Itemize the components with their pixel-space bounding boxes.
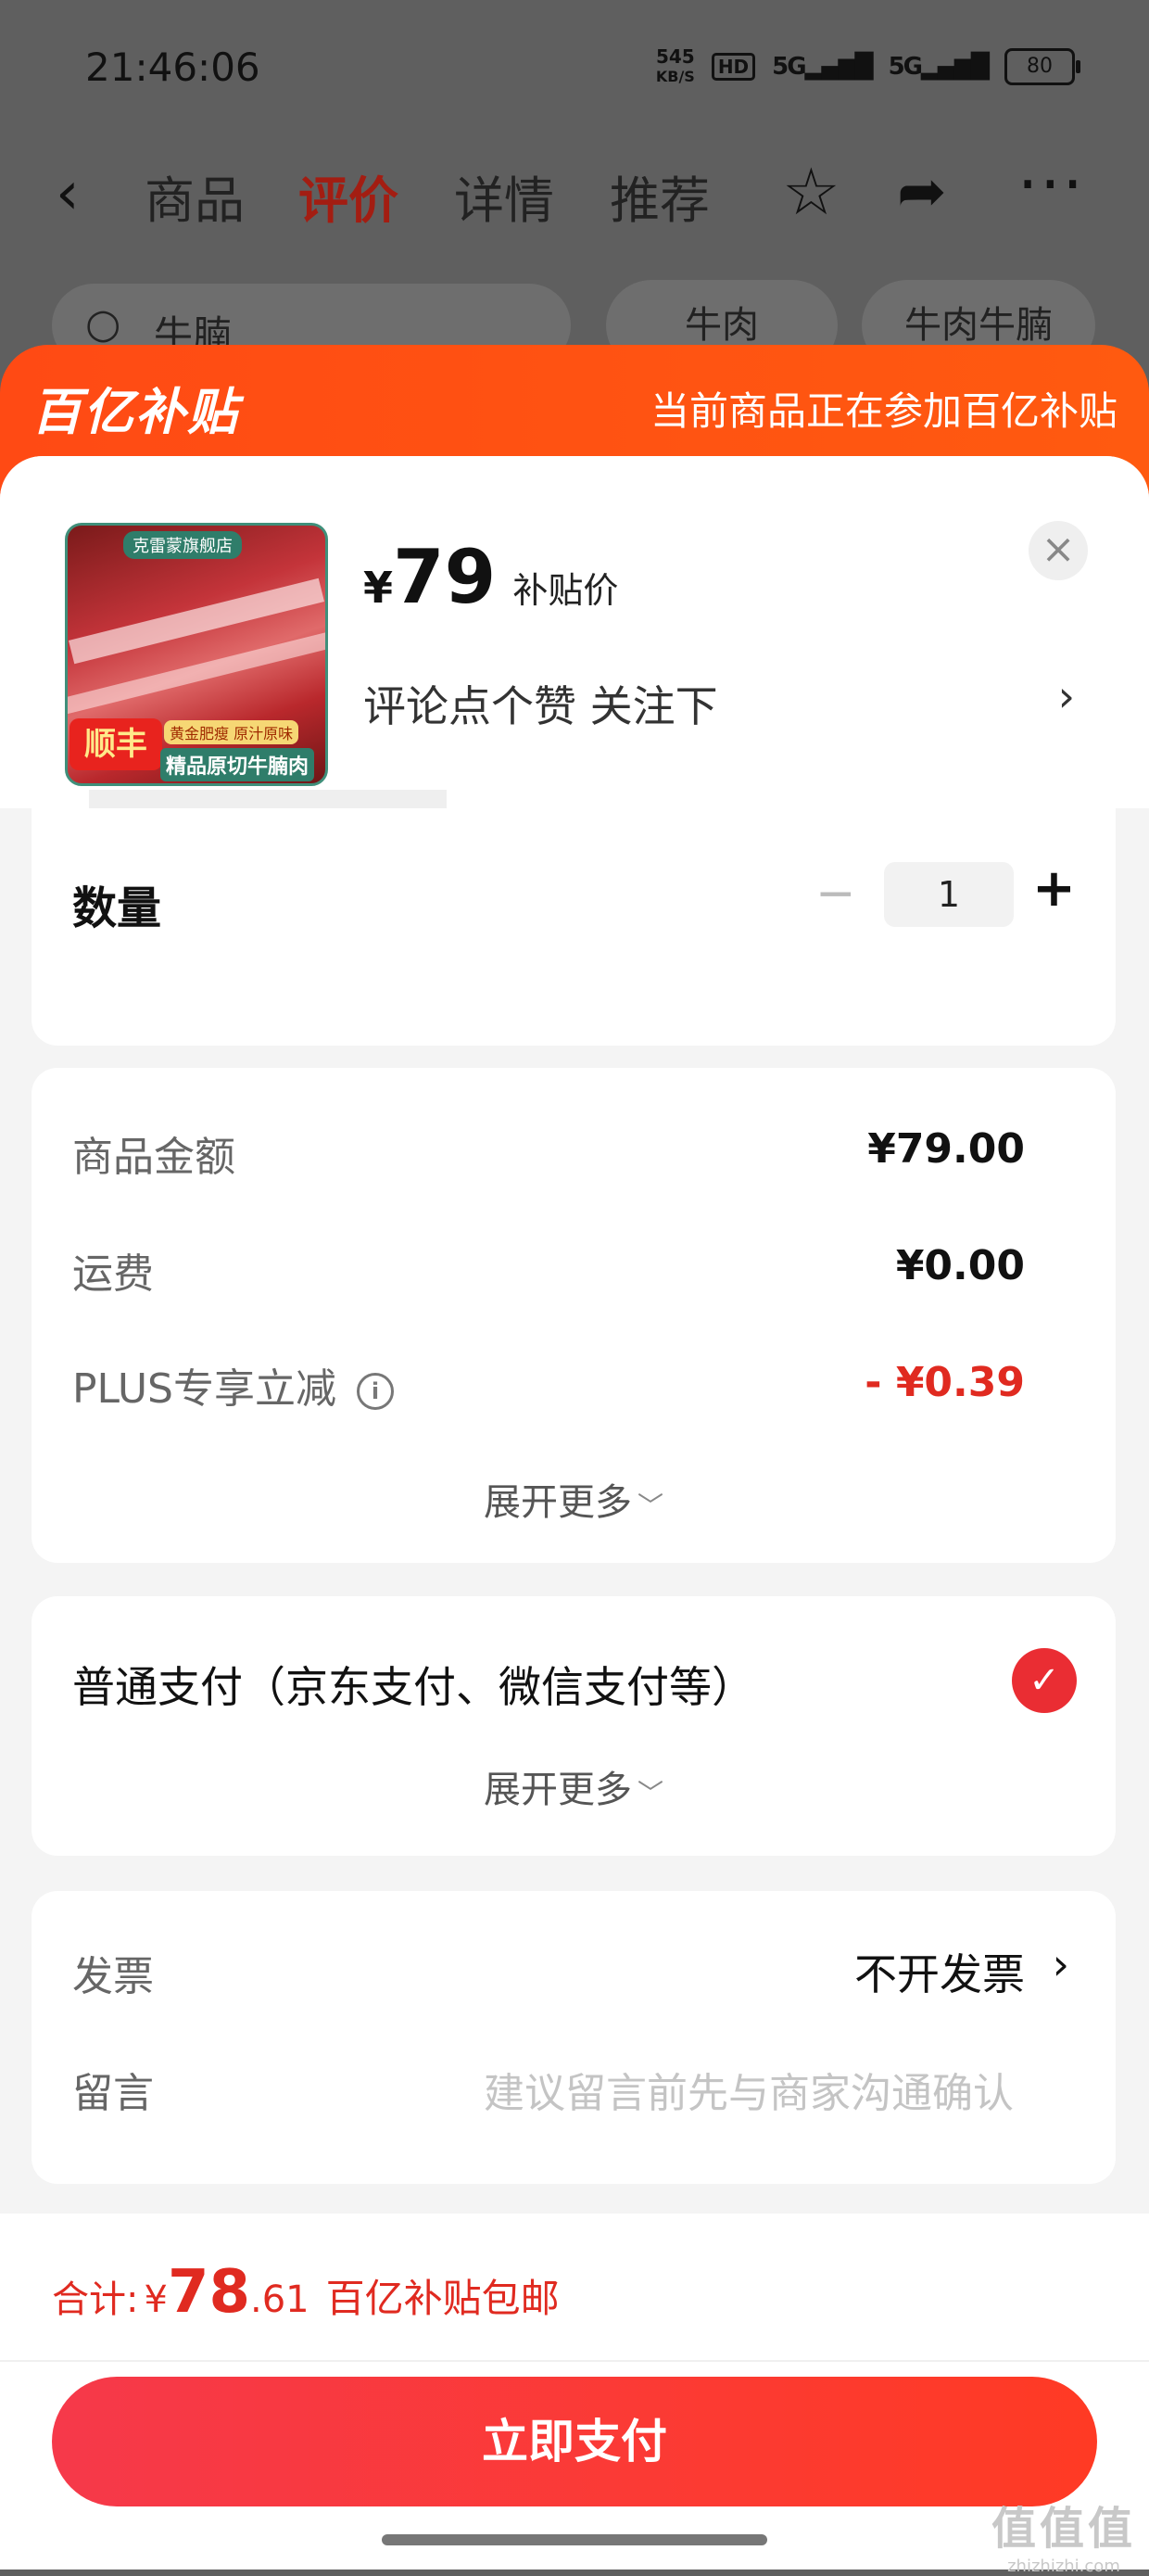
invoice-label: 发票: [72, 1953, 154, 2000]
product-thumbnail[interactable]: 克雷蒙旗舰店 顺丰 黄金肥瘦 原汁原味 精品原切牛腩肉: [65, 523, 328, 786]
plus-discount-value: - ¥0.39: [865, 1359, 1025, 1406]
quantity-card: 数量 − 1 +: [32, 808, 1116, 1046]
note-input[interactable]: 建议留言前先与商家沟通确认: [484, 2060, 1014, 2119]
watermark: 值值值 zhizhizhi.com: [991, 2503, 1136, 2576]
thumbnail-tag: 黄金肥瘦 原汁原味: [164, 720, 299, 744]
goods-amount-label: 商品金额: [72, 1134, 235, 1181]
status-bar: 21:46:06 545 KB/S HD 5G▂▄▆█ 5G▂▄▆█ 80: [0, 0, 1149, 139]
pay-now-button[interactable]: 立即支付: [52, 2377, 1097, 2506]
back-icon[interactable]: ‹: [56, 159, 80, 228]
subsidy-banner-text: 当前商品正在参加百亿补贴: [650, 388, 1117, 434]
signal-icon-2: 5G▂▄▆█: [888, 53, 990, 81]
product-subtitle[interactable]: 评论点个赞 关注下: [363, 673, 718, 734]
signal-icon: 5G▂▄▆█: [772, 53, 873, 81]
plus-discount-label: PLUS专享立减 i: [72, 1355, 394, 1415]
hd-icon: HD: [711, 53, 756, 81]
battery-icon: 80: [1004, 48, 1080, 85]
more-icon[interactable]: ···: [1017, 146, 1085, 222]
price-row: ¥ 79 补贴价: [363, 534, 618, 620]
close-button[interactable]: ×: [1029, 521, 1088, 580]
subsidy-logo: 百亿补贴: [32, 383, 239, 441]
thumbnail-shipping-badge: 顺丰: [69, 718, 162, 770]
plus-icon[interactable]: +: [1032, 858, 1076, 919]
share-icon[interactable]: ➦: [897, 158, 947, 226]
note-label: 留言: [72, 2070, 154, 2117]
divider: [0, 2360, 1149, 2362]
chevron-down-icon: ﹀: [637, 1778, 663, 1808]
currency-symbol: ¥: [363, 563, 394, 613]
thumbnail-product-name: 精品原切牛腩肉: [160, 748, 315, 781]
favorite-star-icon[interactable]: ☆: [782, 154, 840, 230]
tab-product[interactable]: 商品: [145, 159, 245, 233]
minus-icon[interactable]: −: [815, 866, 856, 921]
chevron-right-icon[interactable]: ›: [1058, 671, 1075, 721]
quantity-label: 数量: [72, 882, 162, 934]
tab-details[interactable]: 详情: [454, 159, 554, 233]
top-nav: ‹ 商品 评价 详情 推荐 ☆ ➦ ···: [0, 139, 1149, 241]
invoice-value[interactable]: 不开发票: [854, 1941, 1025, 2002]
tab-recommend[interactable]: 推荐: [610, 159, 710, 233]
quantity-input[interactable]: 1: [884, 862, 1014, 927]
product-price: 79: [393, 534, 497, 620]
price-tag: 补贴价: [512, 570, 619, 611]
shipping-fee-label: 运费: [72, 1250, 154, 1298]
thumbnail-store-label: 克雷蒙旗舰店: [123, 531, 242, 559]
search-icon: ○: [85, 300, 121, 348]
info-icon[interactable]: i: [357, 1373, 394, 1410]
tab-reviews[interactable]: 评价: [298, 159, 398, 233]
chevron-down-icon: ﹀: [637, 1491, 663, 1521]
check-icon[interactable]: ✓: [1012, 1648, 1077, 1713]
clock: 21:46:06: [85, 44, 260, 90]
shipping-fee-value: ¥0.00: [895, 1242, 1025, 1289]
payment-card: 普通支付（京东支付、微信支付等） ✓ 展开更多 ﹀: [32, 1596, 1116, 1856]
payment-method-label[interactable]: 普通支付（京东支付、微信支付等）: [72, 1654, 754, 1715]
expand-more-button[interactable]: 展开更多 ﹀: [32, 1759, 1116, 1813]
expand-more-button[interactable]: 展开更多 ﹀: [32, 1472, 1116, 1526]
status-icons: 545 KB/S HD 5G▂▄▆█ 5G▂▄▆█ 80: [655, 45, 1080, 87]
invoice-card: 发票 不开发票 › 留言 建议留言前先与商家沟通确认: [32, 1891, 1116, 2184]
product-header: 克雷蒙旗舰店 顺丰 黄金肥瘦 原汁原味 精品原切牛腩肉 ¥ 79 补贴价 评论点…: [0, 456, 1149, 838]
chevron-right-icon[interactable]: ›: [1053, 1939, 1069, 1989]
goods-amount-value: ¥79.00: [867, 1125, 1025, 1173]
network-speed: 545 KB/S: [655, 45, 695, 85]
checkout-footer: 合计: ¥ 78 .61 百亿补贴包邮 立即支付 值值值 zhizhizhi.c…: [0, 2214, 1149, 2576]
price-detail-card: 商品金额 ¥79.00 运费 ¥0.00 PLUS专享立减 i - ¥0.39 展…: [32, 1068, 1116, 1563]
total-amount: 合计: ¥ 78 .61 百亿补贴包邮: [52, 2258, 560, 2327]
home-indicator[interactable]: [382, 2534, 767, 2545]
